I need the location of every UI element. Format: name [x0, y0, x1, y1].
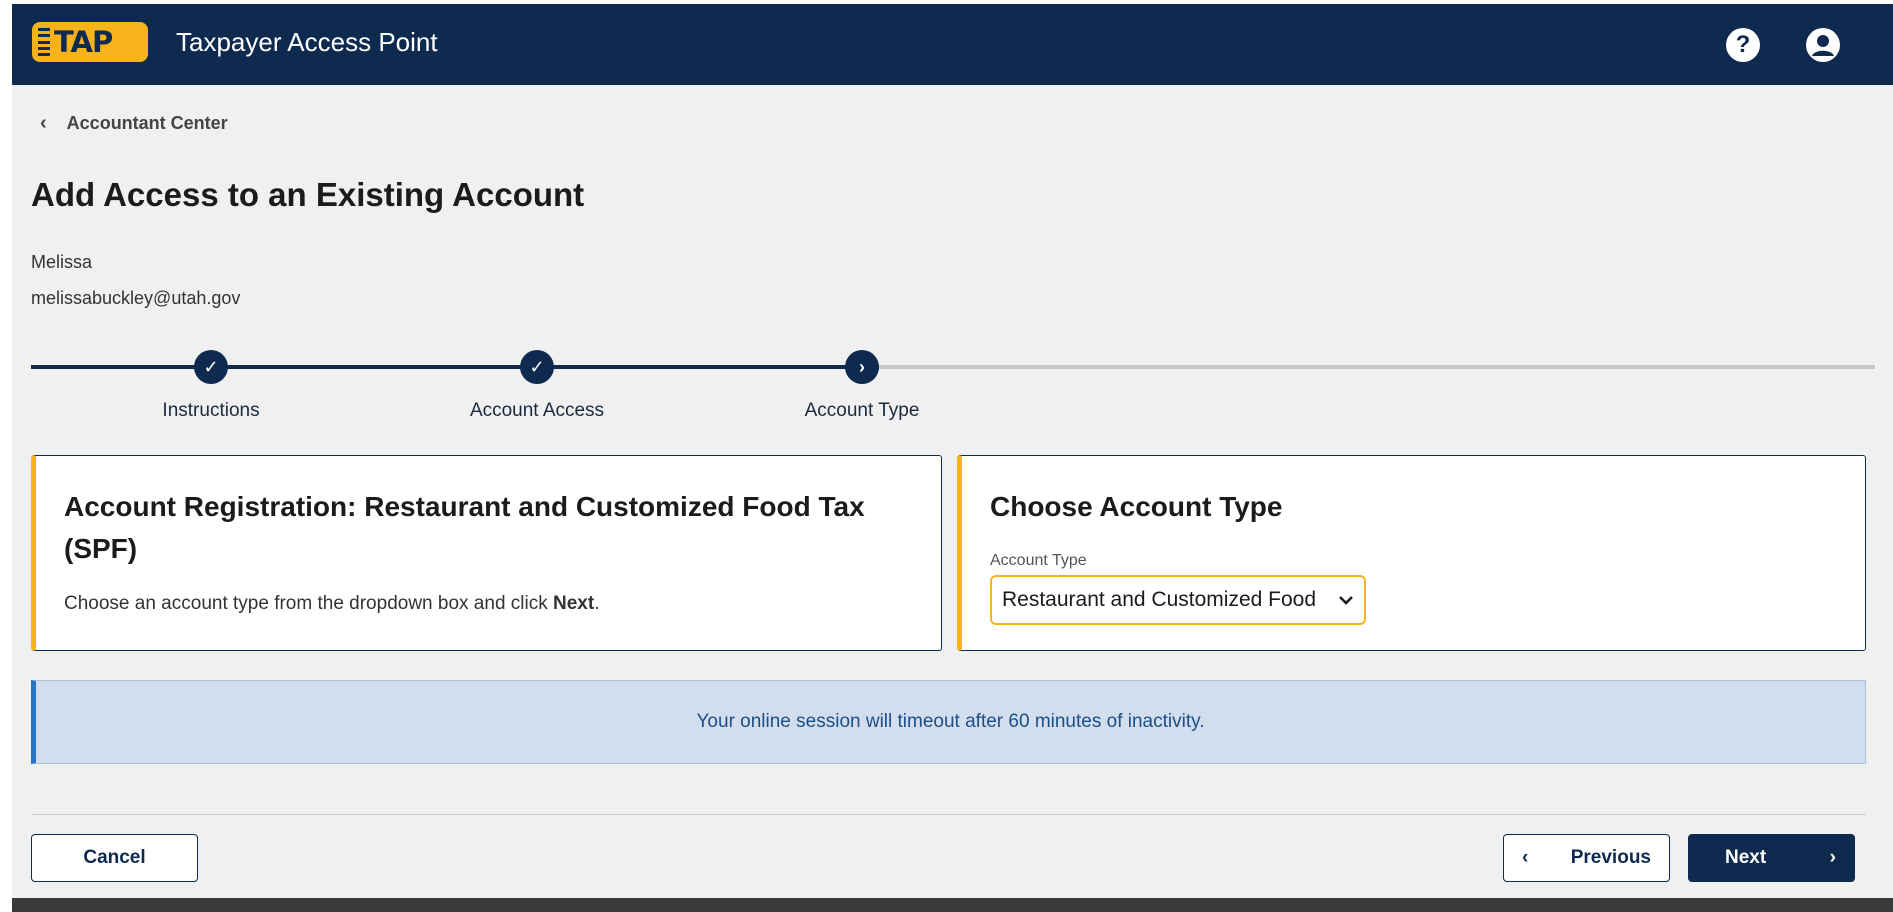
chevron-left-icon: ‹ [1522, 847, 1529, 868]
account-type-selected-value: Restaurant and Customized Food [1002, 588, 1317, 611]
user-circle-icon[interactable] [1806, 28, 1840, 62]
user-email: melissabuckley@utah.gov [31, 288, 241, 308]
choose-account-type-title: Choose Account Type [990, 491, 1283, 522]
breadcrumb-accountant-center[interactable]: ‹ Accountant Center [40, 112, 228, 135]
session-timeout-text: Your online session will timeout after 6… [696, 711, 1205, 732]
cancel-button-label: Cancel [83, 847, 146, 868]
page-title: Add Access to an Existing Account [31, 176, 585, 213]
app-frame: TAP Taxpayer Access Point ? ‹ Accountant… [12, 4, 1893, 912]
breadcrumb-label: Accountant Center [66, 113, 228, 133]
step-instructions-label: Instructions [162, 400, 260, 421]
tap-logo[interactable]: TAP [32, 22, 148, 62]
user-silhouette-icon [1812, 35, 1834, 56]
session-timeout-notice: Your online session will timeout after 6… [31, 680, 1866, 764]
step-account-access-check-icon: ✓ [520, 350, 554, 384]
next-button-label: Next [1725, 847, 1767, 868]
step-account-access-label: Account Access [469, 400, 605, 421]
user-name: Melissa [31, 252, 93, 272]
next-button[interactable]: Next › [1688, 834, 1855, 882]
step-account-type-chevron-right-icon: › [845, 350, 879, 384]
footer-bar [12, 898, 1893, 912]
cancel-button[interactable]: Cancel [31, 834, 198, 882]
step-instructions-check-icon: ✓ [194, 350, 228, 384]
stepper-line-remaining [879, 365, 1875, 369]
desc-next-emphasis: Next [553, 593, 595, 614]
app-title: Taxpayer Access Point [176, 27, 438, 57]
logo-stripes-icon [38, 28, 50, 56]
chevron-right-icon: › [1829, 847, 1836, 868]
previous-button-label: Previous [1570, 847, 1651, 868]
desc-text: Choose an account type from the dropdown… [64, 593, 554, 614]
account-registration-card: Account Registration: Restaurant and Cus… [31, 455, 942, 651]
chevron-down-icon [1338, 590, 1354, 611]
chevron-left-icon: ‹ [40, 112, 47, 134]
app-header: TAP Taxpayer Access Point ? [12, 4, 1893, 85]
divider [31, 814, 1866, 815]
account-type-select[interactable]: Restaurant and Customized Food [990, 575, 1366, 625]
stepper-line-complete [31, 365, 879, 369]
progress-stepper: ✓ Instructions ✓ Account Access › Accoun… [31, 350, 1875, 430]
previous-button[interactable]: ‹ Previous [1503, 834, 1670, 882]
registration-card-description: Choose an account type from the dropdown… [64, 593, 599, 615]
logo-text: TAP [54, 25, 113, 59]
registration-card-title: Account Registration: Restaurant and Cus… [64, 491, 865, 564]
account-type-label: Account Type [990, 552, 1087, 569]
desc-period: . [594, 593, 600, 614]
choose-account-type-card: Choose Account Type Account Type Restaur… [957, 455, 1866, 651]
question-circle-icon[interactable]: ? [1726, 28, 1760, 62]
help-glyph: ? [1735, 31, 1751, 58]
step-account-type-label: Account Type [804, 400, 920, 421]
